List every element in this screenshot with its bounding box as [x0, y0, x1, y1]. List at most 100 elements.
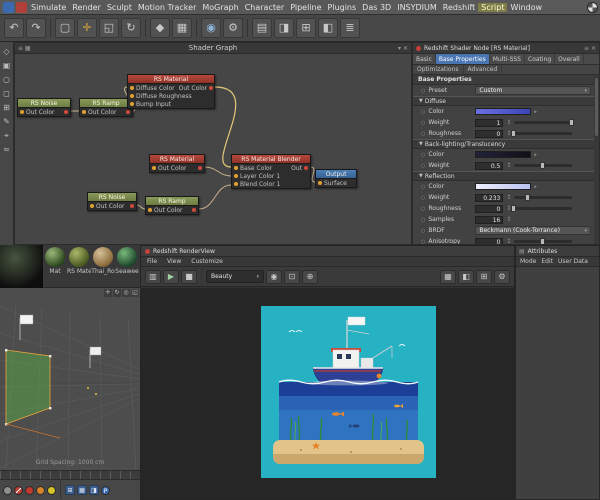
compare-icon[interactable]: ◧	[458, 269, 474, 284]
output-port[interactable]	[192, 208, 196, 212]
keyframe-pla-icon[interactable]: ◨	[89, 485, 99, 495]
settings-icon[interactable]: ⚙	[494, 269, 510, 284]
input-port[interactable]	[130, 102, 134, 106]
tab-multi-sss[interactable]: Multi-SSS	[490, 54, 525, 64]
node-rs-material-2[interactable]: RS Material Out Color	[149, 154, 205, 173]
render-view-icon[interactable]: ◉	[201, 18, 221, 38]
magnet-icon[interactable]: ≈	[3, 146, 10, 154]
edges-mode-icon[interactable]: ⊞	[3, 104, 10, 112]
diffuse-weight-input[interactable]: 1	[475, 118, 504, 127]
selected-polygon[interactable]	[5, 349, 52, 426]
input-port[interactable]	[152, 166, 156, 170]
panel-options-icon[interactable]: ≡ ✕	[584, 45, 596, 52]
spinner-icon[interactable]: ↕	[506, 119, 511, 126]
keyframe-params-icon[interactable]: ▦	[77, 485, 87, 495]
output-port[interactable]	[209, 86, 214, 90]
expand-arrow-icon[interactable]: ▸	[534, 109, 537, 115]
parameter-icon[interactable]: P	[101, 485, 110, 495]
flag-object[interactable]	[89, 346, 102, 368]
pick-color-icon[interactable]: ◉	[266, 269, 282, 284]
diffuse-roughness-slider[interactable]	[511, 130, 573, 137]
menu-item-mograph[interactable]: MoGraph	[199, 3, 241, 12]
panel-menu-icon[interactable]: ≡ ▦	[18, 43, 31, 54]
content-browser-icon[interactable]: ⊞	[296, 18, 316, 38]
reflection-weight-input[interactable]: 0.233	[475, 193, 504, 202]
panel-close-icon[interactable]: ▾ ✕	[398, 43, 408, 54]
document-icon[interactable]	[16, 1, 27, 13]
anisotropy-input[interactable]: 0	[475, 237, 504, 244]
tab-advanced[interactable]: Advanced	[464, 65, 503, 74]
input-port[interactable]	[234, 166, 238, 170]
input-port[interactable]	[148, 208, 152, 212]
properties-titlebar[interactable]: Redshift Shader Node [RS Material] ≡ ✕	[413, 43, 599, 54]
node-graph-canvas[interactable]: RS Noise Out Color RS Ramp Out Color RS …	[15, 54, 411, 244]
texture-mode-icon[interactable]: ▣	[3, 62, 11, 70]
expand-arrow-icon[interactable]: ▸	[534, 152, 537, 158]
region-render-icon[interactable]: ⊡	[284, 269, 300, 284]
group-diffuse[interactable]: ▼ Diffuse	[413, 96, 599, 106]
zoom-fit-icon[interactable]: ⊕	[302, 269, 318, 284]
coordinates-icon[interactable]: ◨	[274, 18, 294, 38]
layout-icon[interactable]: ◧	[318, 18, 338, 38]
menu-view[interactable]: View	[167, 258, 181, 265]
reflection-weight-slider[interactable]	[514, 194, 573, 201]
expand-arrow-icon[interactable]: ▸	[534, 184, 537, 190]
collapse-arrow-icon[interactable]: ▼	[419, 141, 423, 147]
menu-item-window[interactable]: Window	[507, 3, 545, 12]
material-thumbnail[interactable]	[117, 247, 137, 267]
app-icon[interactable]	[3, 1, 14, 13]
polygons-mode-icon[interactable]: ◻	[3, 90, 10, 98]
points-mode-icon[interactable]: ○	[3, 76, 10, 84]
output-port[interactable]	[304, 166, 308, 170]
menu-item-sculpt[interactable]: Sculpt	[104, 3, 135, 12]
menu-item-character[interactable]: Character	[242, 3, 288, 12]
backlight-weight-slider[interactable]	[514, 162, 573, 169]
tab-overall[interactable]: Overall	[555, 54, 584, 64]
material-manager-icon[interactable]: ▤	[252, 18, 272, 38]
record-rotation-icon[interactable]	[47, 485, 56, 495]
node-rs-ramp-2[interactable]: RS Ramp Out Color	[145, 196, 199, 215]
preset-dropdown[interactable]: Custom ▾	[475, 86, 591, 95]
output-port[interactable]	[126, 110, 130, 114]
output-port[interactable]	[198, 166, 202, 170]
material-thumbnail[interactable]	[69, 247, 89, 267]
layers-icon[interactable]: ⊞	[476, 269, 492, 284]
menu-item-script[interactable]: Script	[478, 2, 508, 12]
material-item[interactable]: Mat	[43, 245, 67, 287]
grid-overlay-icon[interactable]: ▦	[440, 269, 456, 284]
timeline-ruler[interactable]	[0, 470, 140, 479]
menu-item-render[interactable]: Render	[69, 3, 103, 12]
menu-item-redshift[interactable]: Redshift	[440, 3, 478, 12]
menu-item-motion-tracker[interactable]: Motion Tracker	[135, 3, 200, 12]
tab-coating[interactable]: Coating	[525, 54, 556, 64]
renderview-canvas[interactable]	[141, 288, 514, 499]
brdf-dropdown[interactable]: Beckmann (Cook-Torrance) ▾	[475, 226, 591, 235]
input-port[interactable]	[90, 204, 94, 208]
autokey-icon[interactable]	[3, 485, 12, 495]
record-scale-icon[interactable]	[36, 485, 45, 495]
stop-render-icon[interactable]: ■	[181, 269, 197, 284]
shader-graph-titlebar[interactable]: ≡ ▦ Shader Graph ▾ ✕	[15, 43, 411, 54]
material-item[interactable]: RS Mater	[67, 245, 91, 287]
output-port[interactable]	[130, 204, 134, 208]
zoom-view-icon[interactable]: ◎	[122, 289, 130, 297]
menu-item-insydium[interactable]: INSYDIUM	[394, 3, 440, 12]
node-rs-noise-1[interactable]: RS Noise Out Color	[17, 98, 71, 117]
spinner-icon[interactable]: ↕	[506, 194, 511, 201]
node-rs-material-blender[interactable]: RS Material Blender Base Color Out Layer…	[231, 154, 311, 189]
keyframe-selection-icon[interactable]: ⊞	[65, 485, 75, 495]
material-preview-sphere[interactable]	[0, 245, 43, 288]
reflection-color-swatch[interactable]	[475, 183, 532, 190]
input-port[interactable]	[234, 174, 238, 178]
group-reflection[interactable]: ▼ Reflection	[413, 171, 599, 181]
selection-tool-icon[interactable]: ▢	[55, 18, 75, 38]
node-rs-noise-2[interactable]: RS Noise Out Color	[87, 192, 137, 211]
menu-customize[interactable]: Customize	[191, 258, 223, 265]
last-tool-icon[interactable]: ◆	[150, 18, 170, 38]
menu-user-data[interactable]: User Data	[558, 258, 588, 265]
record-position-icon[interactable]	[25, 485, 34, 495]
checker-ball-icon[interactable]	[587, 1, 598, 13]
menu-edit[interactable]: Edit	[541, 258, 553, 265]
pan-view-icon[interactable]: ✛	[104, 289, 112, 297]
collapse-arrow-icon[interactable]: ▼	[419, 98, 423, 104]
